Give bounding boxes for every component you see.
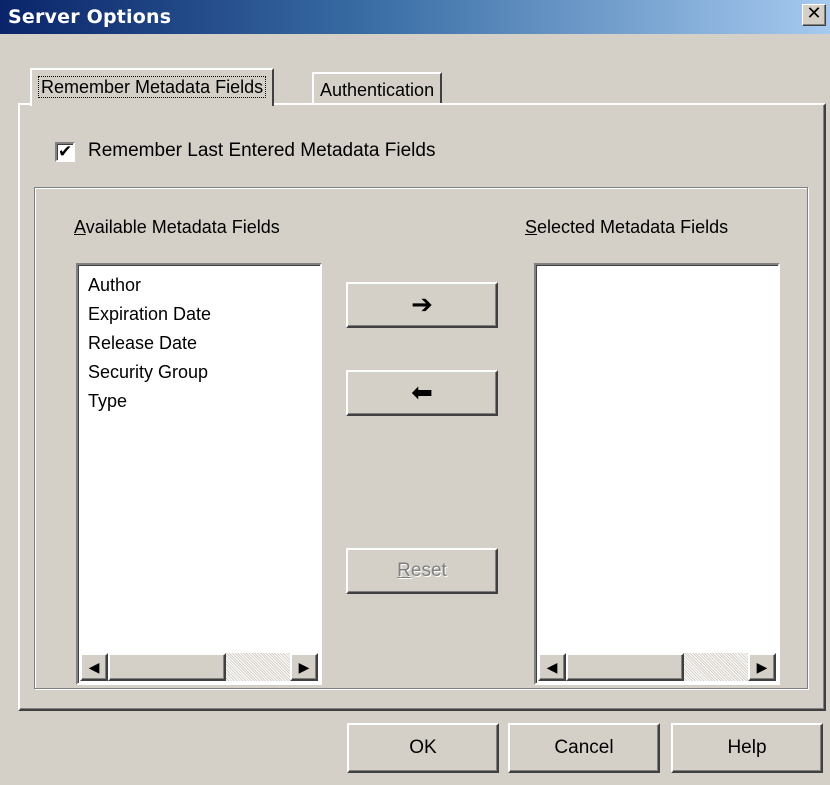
list-item-author[interactable]: Author bbox=[88, 271, 211, 300]
ok-button[interactable]: OK bbox=[347, 723, 499, 773]
arrow-left-icon: ⬅ bbox=[411, 377, 433, 407]
reset-button[interactable]: Reset bbox=[346, 548, 498, 594]
list-item-security-group[interactable]: Security Group bbox=[88, 358, 211, 387]
tab-remember-metadata-fields[interactable]: Remember Metadata Fields bbox=[30, 68, 275, 106]
selected-fields-label: Selected Metadata Fields bbox=[525, 217, 729, 237]
window-title: Server Options bbox=[8, 6, 172, 28]
scroll-thumb[interactable] bbox=[566, 653, 684, 681]
available-fields-label: Available Metadata Fields bbox=[74, 217, 280, 237]
remember-last-entered-checkbox[interactable] bbox=[55, 142, 75, 162]
close-button[interactable]: ✕ bbox=[802, 4, 826, 26]
scroll-left-button[interactable]: ◀ bbox=[538, 653, 566, 681]
ok-label: OK bbox=[409, 737, 437, 758]
server-options-dialog: Server Options ✕ Remember Metadata Field… bbox=[0, 0, 830, 785]
add-field-button[interactable]: ➔ bbox=[346, 282, 498, 328]
arrow-left-icon: ◀ bbox=[546, 659, 558, 675]
tab-label: Remember Metadata Fields bbox=[38, 76, 267, 98]
list-item-release-date[interactable]: Release Date bbox=[88, 329, 211, 358]
scroll-left-button[interactable]: ◀ bbox=[80, 653, 108, 681]
scroll-thumb[interactable] bbox=[108, 653, 226, 681]
arrow-left-icon: ◀ bbox=[88, 659, 100, 675]
selected-fields-list[interactable]: ◀ ▶ bbox=[534, 263, 780, 685]
remember-last-entered-label[interactable]: Remember Last Entered Metadata Fields bbox=[88, 140, 435, 162]
tab-authentication[interactable]: Authentication bbox=[312, 72, 443, 104]
available-horizontal-scrollbar[interactable]: ◀ ▶ bbox=[80, 653, 318, 681]
remove-field-button[interactable]: ⬅ bbox=[346, 370, 498, 416]
scroll-right-button[interactable]: ▶ bbox=[290, 653, 318, 681]
available-fields-list[interactable]: Author Expiration Date Release Date Secu… bbox=[76, 263, 322, 685]
cancel-button[interactable]: Cancel bbox=[508, 723, 660, 773]
tab-label: Authentication bbox=[320, 80, 435, 100]
arrow-right-icon: ▶ bbox=[298, 659, 310, 675]
selected-horizontal-scrollbar[interactable]: ◀ ▶ bbox=[538, 653, 776, 681]
help-button[interactable]: Help bbox=[671, 723, 823, 773]
cancel-label: Cancel bbox=[554, 737, 614, 758]
arrow-right-icon: ▶ bbox=[756, 659, 768, 675]
title-bar[interactable]: Server Options ✕ bbox=[0, 0, 830, 34]
arrow-right-icon: ➔ bbox=[411, 289, 433, 319]
list-item-type[interactable]: Type bbox=[88, 387, 211, 416]
scroll-right-button[interactable]: ▶ bbox=[748, 653, 776, 681]
close-icon: ✕ bbox=[806, 3, 822, 24]
help-label: Help bbox=[727, 737, 767, 758]
list-item-expiration-date[interactable]: Expiration Date bbox=[88, 300, 211, 329]
